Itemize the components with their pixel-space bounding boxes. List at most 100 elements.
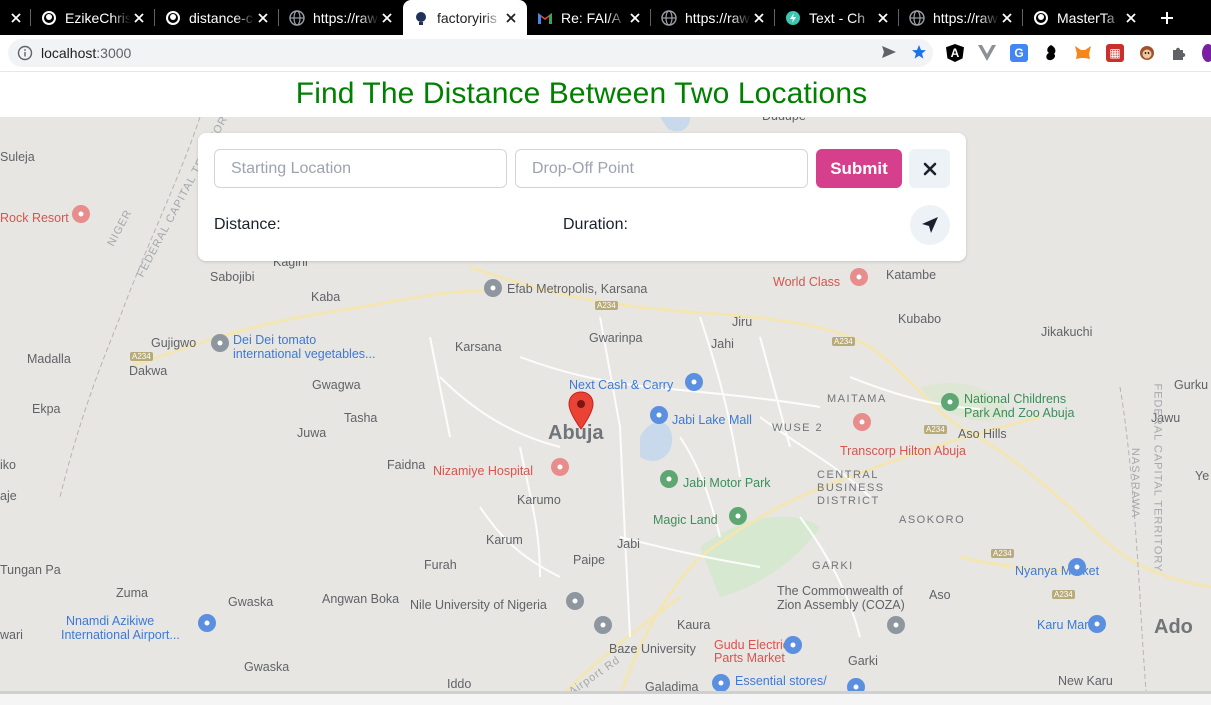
url-port: :3000 xyxy=(96,45,132,61)
browser-tab[interactable]: Re: FAI/A xyxy=(527,0,651,35)
region-label: FEDERAL CAPITAL TERRITORY xyxy=(1151,383,1164,573)
map-place-label: Nile University of Nigeria xyxy=(410,598,547,612)
hotel-icon[interactable] xyxy=(853,413,871,431)
map-place-label: Nyanya Market xyxy=(1015,564,1100,578)
github-icon xyxy=(1033,10,1049,26)
url-text[interactable]: localhost:3000 xyxy=(41,45,131,61)
place-pin-icon[interactable] xyxy=(484,279,502,297)
tab-close-icon[interactable] xyxy=(503,10,519,26)
mall-icon[interactable] xyxy=(650,406,668,424)
tab-title: Re: FAI/A xyxy=(561,9,621,26)
map-place-label: Kaura xyxy=(677,618,711,632)
map-place-label: Jiru xyxy=(732,315,753,329)
tab-close-icon[interactable] xyxy=(255,10,271,26)
tab-title: https://raw xyxy=(685,9,750,26)
tab-close-icon[interactable] xyxy=(751,10,767,26)
browser-tab[interactable]: distance-c xyxy=(155,0,279,35)
shopping-icon[interactable] xyxy=(1088,615,1106,633)
tab-close-icon[interactable] xyxy=(875,10,891,26)
map-place-label: Karumo xyxy=(517,493,561,507)
browser-tab[interactable]: Text - Ch xyxy=(775,0,899,35)
map-place-label: Ye xyxy=(1195,469,1210,483)
angular-icon[interactable]: A xyxy=(946,44,964,62)
new-tab-button[interactable] xyxy=(1147,0,1187,35)
airport-icon[interactable] xyxy=(198,614,216,632)
metamask-icon[interactable] xyxy=(1074,44,1092,62)
map-place-label: Juwa xyxy=(297,426,327,440)
route-panel: Submit Distance: Duration: xyxy=(198,133,966,261)
map-place-label: Nnamdi Azikiwe xyxy=(66,614,155,628)
globe-icon xyxy=(909,9,925,26)
globe-icon xyxy=(289,9,305,26)
bookmark-star-icon[interactable] xyxy=(911,44,927,60)
store-icon[interactable] xyxy=(211,334,229,352)
school-icon[interactable] xyxy=(594,616,612,634)
park-icon[interactable] xyxy=(941,393,959,411)
shopping-icon[interactable] xyxy=(1068,558,1086,576)
map-pin-marker[interactable] xyxy=(568,391,594,431)
clear-button[interactable] xyxy=(909,149,950,188)
gnome-icon[interactable] xyxy=(1042,44,1060,62)
tree-icon[interactable] xyxy=(660,470,678,488)
map-place-label: Magic Land xyxy=(653,513,718,527)
info-icon[interactable] xyxy=(17,45,33,61)
address-bar[interactable]: localhost:3000 xyxy=(8,39,933,67)
amusement-icon[interactable] xyxy=(729,507,747,525)
vue-icon[interactable] xyxy=(978,44,996,62)
map-place-label: tomato xyxy=(278,333,317,347)
browser-tab[interactable]: https://raw xyxy=(279,0,403,35)
map-place-label: international vegetables... xyxy=(233,347,376,361)
browser-tab[interactable]: factoryiris xyxy=(403,0,527,35)
page-title: Find The Distance Between Two Locations xyxy=(295,77,868,110)
school-icon[interactable] xyxy=(566,592,584,610)
map-place-label: Gwaska xyxy=(244,660,290,674)
shopping-icon[interactable] xyxy=(784,636,802,654)
recenter-button[interactable] xyxy=(910,205,950,245)
hotel-icon[interactable] xyxy=(850,268,868,286)
map-place-label: Aso Hills xyxy=(958,427,1007,441)
tab-close-icon[interactable] xyxy=(8,10,24,26)
profile-avatar[interactable] xyxy=(1202,44,1211,62)
highway-shield: A234 xyxy=(595,301,618,310)
map-place-label: Karum xyxy=(486,533,523,547)
map-place-label: Gwaska xyxy=(228,595,274,609)
tab-close-icon[interactable] xyxy=(999,10,1015,26)
horizontal-scrollbar[interactable] xyxy=(0,691,1211,705)
navigation-arrow-icon xyxy=(922,217,938,233)
map-place-label: Jabi xyxy=(617,537,640,551)
shopping-icon[interactable] xyxy=(685,373,703,391)
browser-tab[interactable]: MasterTa xyxy=(1023,0,1147,35)
starting-location-input[interactable] xyxy=(214,149,507,188)
map-place-label: Gwarinpa xyxy=(589,331,643,345)
tab-close-icon[interactable] xyxy=(1123,10,1139,26)
tab-close-icon[interactable] xyxy=(131,10,147,26)
map-place-label: Katambe xyxy=(886,268,937,282)
shopping-icon[interactable] xyxy=(712,674,730,691)
app-icon xyxy=(413,10,429,26)
resort-icon[interactable] xyxy=(72,205,90,223)
colorzilla-icon[interactable]: ▦ xyxy=(1106,44,1124,62)
church-icon[interactable] xyxy=(887,616,905,634)
map-place-label: iko xyxy=(0,458,16,472)
browser-tab[interactable]: https://raw xyxy=(651,0,775,35)
shopping-icon[interactable] xyxy=(847,678,865,691)
map-place-label: Ekpa xyxy=(32,402,61,416)
monkey-icon[interactable] xyxy=(1138,44,1156,62)
browser-tab[interactable]: EzikeChris xyxy=(31,0,155,35)
translate-icon[interactable]: G xyxy=(1010,44,1028,62)
tab-close-icon[interactable] xyxy=(379,10,395,26)
send-icon[interactable] xyxy=(881,44,897,60)
submit-button[interactable]: Submit xyxy=(816,149,902,188)
map-place-label: Furah xyxy=(424,558,457,572)
map-place-label: Tungan Pa xyxy=(0,563,61,577)
dropoff-point-input[interactable] xyxy=(515,149,808,188)
browser-tab[interactable] xyxy=(0,0,31,35)
tab-title: factoryiris xyxy=(437,9,497,26)
highway-shield: A234 xyxy=(1052,590,1075,599)
tab-title: MasterTa xyxy=(1057,9,1115,26)
puzzle-icon[interactable] xyxy=(1170,44,1188,62)
tab-close-icon[interactable] xyxy=(627,10,643,26)
map-place-label: Kaba xyxy=(311,290,341,304)
hospital-icon[interactable] xyxy=(551,458,569,476)
browser-tab[interactable]: https://raw xyxy=(899,0,1023,35)
